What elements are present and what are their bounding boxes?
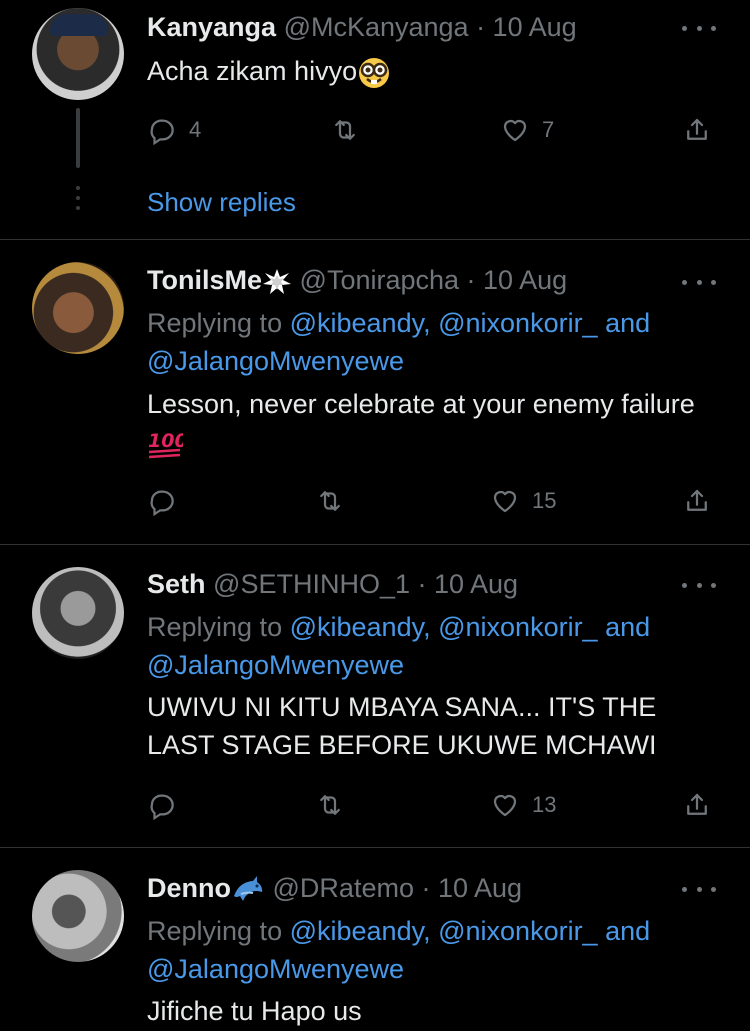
avatar[interactable] (32, 567, 124, 659)
replying-to: Replying to @kibeandy, @nixonkorir_ and … (147, 916, 651, 984)
like-icon (493, 794, 517, 817)
mention-link[interactable]: @nixonkorir_ (438, 612, 597, 642)
more-button[interactable] (682, 883, 716, 895)
mention-link[interactable]: @JalangoMwenyewe (147, 346, 404, 376)
mention-link[interactable]: and (605, 612, 650, 642)
mention-link[interactable]: @nixonkorir_ (438, 308, 597, 338)
thread-line (76, 108, 80, 168)
replying-to: Replying to @kibeandy, @nixonkorir_ and … (147, 612, 651, 680)
collision-emoji (263, 268, 292, 294)
reply-button[interactable] (147, 484, 177, 518)
tweet-header: Denno @DRatemo · 10 Aug (147, 872, 522, 906)
mention-link[interactable]: and (605, 308, 650, 338)
share-icon (687, 118, 707, 140)
display-name[interactable]: Kanyanga (147, 12, 276, 42)
like-button[interactable]: 15 (490, 484, 556, 518)
thread-dots (75, 186, 81, 216)
reply-icon (150, 794, 174, 820)
like-icon (503, 119, 527, 142)
show-replies-link[interactable]: Show replies (147, 187, 296, 218)
retweet-icon (320, 795, 340, 815)
display-name[interactable]: Denno (147, 873, 231, 903)
tweet-tonilsme[interactable]: TonilsMe @Tonirapcha · 10 Aug Replying t… (0, 240, 750, 544)
more-icon (682, 25, 687, 31)
dolphin-emoji (234, 875, 263, 901)
avatar[interactable] (32, 870, 124, 962)
reply-button[interactable] (147, 788, 177, 822)
display-name[interactable]: TonilsMe (147, 265, 262, 295)
retweet-icon (320, 491, 340, 511)
share-button[interactable] (682, 484, 712, 518)
tweet-actions: 15 (147, 484, 719, 518)
more-button[interactable] (682, 276, 716, 288)
mention-link[interactable]: @JalangoMwenyewe (147, 954, 404, 984)
like-button[interactable]: 7 (500, 113, 554, 147)
more-button[interactable] (682, 579, 716, 591)
tweet-text: Jifiche tu Hapo us (147, 996, 362, 1026)
more-icon (682, 886, 687, 892)
retweet-icon (335, 120, 355, 140)
hundred-points-emoji: 100 (148, 430, 183, 459)
handle-date[interactable]: @DRatemo · 10 Aug (273, 873, 523, 903)
tweet-actions: 13 (147, 788, 719, 822)
handle-date[interactable]: @McKanyanga · 10 Aug (284, 12, 577, 42)
avatar[interactable] (32, 8, 124, 100)
tweet-header: TonilsMe @Tonirapcha · 10 Aug (147, 264, 567, 297)
avatar[interactable] (32, 262, 124, 354)
retweet-button[interactable] (330, 113, 360, 147)
mention-link[interactable]: @kibeandy, (290, 308, 431, 338)
handle-date[interactable]: @SETHINHO_1 · 10 Aug (213, 569, 518, 599)
more-icon (682, 582, 687, 588)
retweet-button[interactable] (315, 788, 345, 822)
tweet-text: Lesson, never celebrate at your enemy fa… (147, 385, 727, 461)
nerd-face-emoji (359, 57, 390, 88)
reply-button[interactable]: 4 (147, 113, 201, 147)
reply-icon (150, 119, 174, 145)
tweet-kanyanga[interactable]: Kanyanga @McKanyanga · 10 Aug Acha zikam… (0, 0, 750, 240)
tweet-header: Kanyanga @McKanyanga · 10 Aug (147, 11, 577, 43)
tweet-text: UWIVU NI KITU MBAYA SANA... IT'S THE LAS… (147, 692, 657, 760)
replying-to: Replying to @kibeandy, @nixonkorir_ and … (147, 308, 651, 376)
display-name[interactable]: Seth (147, 569, 206, 599)
share-button[interactable] (682, 113, 712, 147)
tweet-actions: 4 7 (147, 113, 719, 147)
mention-link[interactable]: @nixonkorir_ (438, 916, 597, 946)
share-icon (687, 489, 707, 511)
reply-icon (150, 490, 174, 516)
tweet-denno[interactable]: Denno @DRatemo · 10 Aug Replying to @kib… (0, 848, 750, 1031)
mention-link[interactable]: @kibeandy, (290, 916, 431, 946)
svg-text:100: 100 (148, 430, 183, 452)
tweet-header: Seth @SETHINHO_1 · 10 Aug (147, 568, 518, 600)
share-button[interactable] (682, 788, 712, 822)
mention-link[interactable]: and (605, 916, 650, 946)
share-icon (687, 793, 707, 815)
more-button[interactable] (682, 22, 716, 34)
mention-link[interactable]: @JalangoMwenyewe (147, 650, 404, 680)
handle-date[interactable]: @Tonirapcha · 10 Aug (300, 265, 568, 295)
mention-link[interactable]: @kibeandy, (290, 612, 431, 642)
like-button[interactable]: 13 (490, 788, 556, 822)
retweet-button[interactable] (315, 484, 345, 518)
like-icon (493, 490, 517, 513)
more-icon (682, 279, 687, 285)
tweet-text: Acha zikam hivyo (147, 52, 727, 90)
tweet-seth[interactable]: Seth @SETHINHO_1 · 10 Aug Replying to @k… (0, 545, 750, 847)
